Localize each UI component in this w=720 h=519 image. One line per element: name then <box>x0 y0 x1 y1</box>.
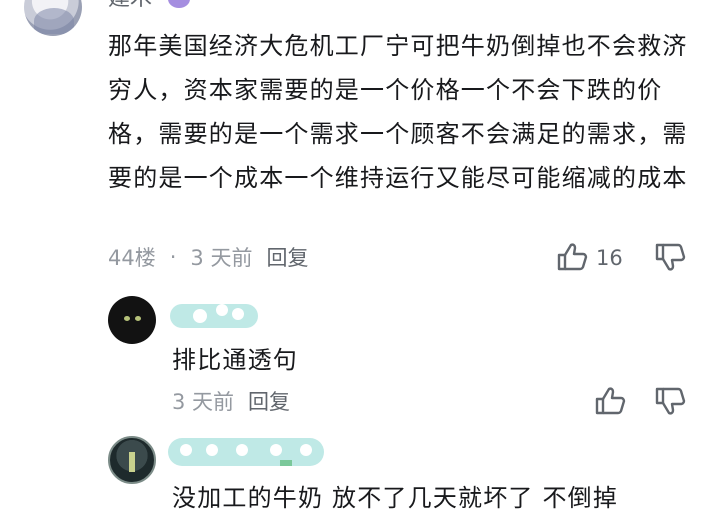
avatar-eye <box>135 316 141 321</box>
like-icon[interactable] <box>556 242 588 272</box>
avatar-eye <box>124 316 130 321</box>
username[interactable]: 建木 <box>108 0 152 12</box>
timestamp: 3 天前 <box>190 246 253 270</box>
avatar[interactable] <box>108 296 156 344</box>
comment-text: 那年美国经济大危机工厂宁可把牛奶倒掉也不会救济穷人，资本家需要的是一个价格一个不… <box>108 32 688 192</box>
reply-button[interactable]: 回复 <box>266 242 308 272</box>
floor-number: 44楼 <box>108 246 156 270</box>
avatar[interactable] <box>24 0 82 36</box>
like-count: 16 <box>596 246 623 270</box>
reply-meta: 3 天前 回复 <box>172 386 290 416</box>
dislike-icon[interactable] <box>654 242 686 272</box>
reply-text: 排比通透句 <box>172 346 298 374</box>
username-masked[interactable] <box>170 300 260 330</box>
avatar[interactable] <box>108 436 156 484</box>
like-icon[interactable] <box>594 386 626 416</box>
meta-separator: · <box>169 245 177 269</box>
reply-button[interactable]: 回复 <box>248 386 290 416</box>
level-badge <box>168 0 190 8</box>
username-masked[interactable] <box>168 436 328 468</box>
reply-text: 没加工的牛奶 放不了几天就坏了 不倒掉 <box>172 484 619 512</box>
timestamp: 3 天前 <box>172 390 235 414</box>
comment-meta: 44楼 · 3 天前 回复 <box>108 242 308 272</box>
dislike-icon[interactable] <box>654 386 686 416</box>
